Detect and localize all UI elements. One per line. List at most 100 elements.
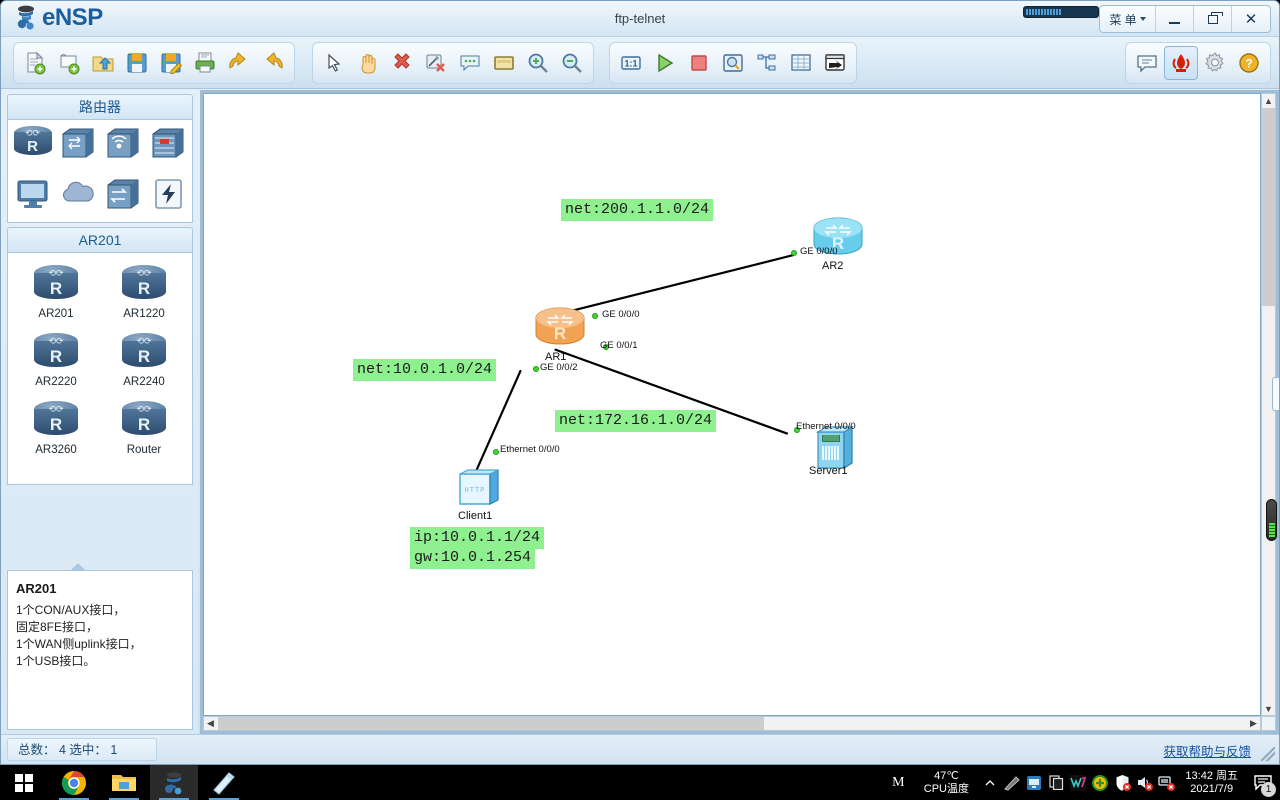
new-topology-icon[interactable]: [18, 46, 52, 80]
zoom-in-icon[interactable]: [521, 46, 555, 80]
remove-link-icon[interactable]: [419, 46, 453, 80]
annotation-net-200[interactable]: net:200.1.1.0/24: [561, 199, 714, 221]
action-center-button[interactable]: 1: [1246, 765, 1280, 800]
model-item-ar3260[interactable]: ⟲⟳ R AR3260: [12, 401, 100, 456]
device-type-wlan[interactable]: [101, 126, 145, 165]
new-device-icon[interactable]: [52, 46, 86, 80]
redo-icon[interactable]: [256, 46, 290, 80]
chat-icon[interactable]: [1130, 46, 1164, 80]
tray-shield-green-icon[interactable]: [1089, 765, 1111, 800]
tray-copy-icon[interactable]: [1045, 765, 1067, 800]
maximize-button[interactable]: [1194, 6, 1232, 32]
annotation-net-172[interactable]: net:172.16.1.0/24: [555, 410, 717, 432]
device-type-terminal[interactable]: [11, 177, 55, 216]
main-body: 路由器 ⟲⟳ R AR201 ⟲⟳ R AR201 ⟲⟳ R AR1220 ⟲⟳…: [1, 90, 1279, 734]
rectangle-icon[interactable]: [487, 46, 521, 80]
node-label-ar2: AR2: [822, 260, 844, 272]
hand-icon[interactable]: [351, 46, 385, 80]
pointer-icon[interactable]: [317, 46, 351, 80]
model-header: AR201: [7, 227, 193, 253]
taskbar-item-notepad[interactable]: [200, 765, 248, 800]
device-type-router[interactable]: ⟲⟳ R: [11, 126, 55, 165]
zoom-out-icon[interactable]: [555, 46, 589, 80]
model-item-ar2220[interactable]: ⟲⟳ R AR2220: [12, 333, 100, 388]
tray-pen-icon[interactable]: [1001, 765, 1023, 800]
annotation-net-10[interactable]: net:10.0.1.0/24: [353, 359, 497, 381]
scroll-right-icon[interactable]: ▶: [1247, 717, 1260, 730]
grid-icon[interactable]: [784, 46, 818, 80]
device-type-connection[interactable]: [101, 177, 145, 216]
port-dot-client1-eth000[interactable]: [493, 449, 499, 455]
annotation-client-gw[interactable]: gw:10.0.1.254: [410, 547, 536, 569]
tray-network-icon[interactable]: [1023, 765, 1045, 800]
window-controls: 菜 单 ✕: [1099, 5, 1271, 33]
gear-icon[interactable]: [1198, 46, 1232, 80]
model-item-ar1220[interactable]: ⟲⟳ R AR1220: [100, 265, 188, 320]
close-button[interactable]: ✕: [1232, 6, 1270, 32]
scroll-down-icon[interactable]: ▼: [1262, 702, 1275, 715]
delete-icon[interactable]: [385, 46, 419, 80]
topology-node-ar1[interactable]: R: [534, 306, 586, 350]
huawei-logo-icon[interactable]: [1164, 46, 1198, 80]
model-item-router[interactable]: ⟲⟳ R Router: [100, 401, 188, 456]
tray-defender-icon[interactable]: [1111, 765, 1133, 800]
port-dot-ar2-ge000[interactable]: [791, 250, 797, 256]
topology-node-client1[interactable]: HTTP: [456, 466, 504, 510]
save-as-icon[interactable]: [154, 46, 188, 80]
node-label-client1: Client1: [458, 510, 493, 522]
restore-window-icon[interactable]: [818, 46, 852, 80]
scroll-left-icon[interactable]: ◀: [204, 717, 217, 730]
open-folder-icon[interactable]: [86, 46, 120, 80]
start-button[interactable]: [0, 765, 48, 800]
print-icon[interactable]: [188, 46, 222, 80]
tray-expand-chevron-icon[interactable]: [979, 765, 1001, 800]
zoom-reset-icon[interactable]: 1:1: [614, 46, 648, 80]
model-item-ar2240[interactable]: ⟲⟳ R AR2240: [100, 333, 188, 388]
close-icon: ✕: [1244, 10, 1258, 28]
topology-tree-icon[interactable]: [750, 46, 784, 80]
node-label-ar1: AR1: [545, 351, 567, 363]
model-grid: ⟲⟳ R AR201 ⟲⟳ R AR1220 ⟲⟳ R AR2220 ⟲⟳ R …: [7, 253, 193, 485]
taskbar-item-explorer[interactable]: [100, 765, 148, 800]
start-device-icon[interactable]: [648, 46, 682, 80]
capture-packet-icon[interactable]: [716, 46, 750, 80]
svg-text:R: R: [554, 324, 566, 343]
firewall-type-icon: [149, 126, 187, 165]
canvas-container: R R HTTP GE 0/0/0 GE 0/0/1 GE 0/0/2 GE 0…: [200, 90, 1279, 734]
topology-canvas[interactable]: R R HTTP GE 0/0/0 GE 0/0/1 GE 0/0/2 GE 0…: [203, 93, 1261, 716]
comment-icon[interactable]: [453, 46, 487, 80]
link-ar1-client1[interactable]: [473, 369, 522, 474]
cpu-temperature-widget[interactable]: 47℃ CPU温度: [913, 770, 979, 796]
interface-label: Ethernet 0/0/0: [796, 421, 856, 432]
help-icon[interactable]: ?: [1232, 46, 1266, 80]
tray-network-error-icon[interactable]: [1155, 765, 1177, 800]
save-icon[interactable]: [120, 46, 154, 80]
minimize-button[interactable]: [1156, 6, 1194, 32]
vertical-scroll-thumb[interactable]: [1262, 108, 1275, 306]
device-type-firewall[interactable]: [146, 126, 190, 165]
resize-grip-icon[interactable]: [1261, 747, 1275, 761]
taskbar-item-ensp[interactable]: [150, 765, 198, 800]
undo-icon[interactable]: [222, 46, 256, 80]
canvas-horizontal-scrollbar[interactable]: ◀ ▶: [203, 716, 1261, 731]
device-type-custom[interactable]: [146, 177, 190, 216]
port-dot-ar1-ge002[interactable]: [533, 366, 539, 372]
horizontal-scroll-thumb[interactable]: [218, 717, 764, 730]
model-item-ar201[interactable]: ⟲⟳ R AR201: [12, 265, 100, 320]
stop-device-icon[interactable]: [682, 46, 716, 80]
tray-m-icon[interactable]: M: [883, 765, 913, 800]
tray-volume-muted-icon[interactable]: [1133, 765, 1155, 800]
scroll-up-icon[interactable]: ▲: [1262, 94, 1275, 107]
help-feedback-link[interactable]: 获取帮助与反馈: [1163, 741, 1251, 760]
annotation-client-ip[interactable]: ip:10.0.1.1/24: [410, 527, 545, 549]
device-type-switch[interactable]: [56, 126, 100, 165]
panel-collapse-handle[interactable]: [1272, 377, 1279, 411]
taskbar-item-chrome[interactable]: [50, 765, 98, 800]
menu-button[interactable]: 菜 单: [1100, 6, 1156, 32]
model-row: ⟲⟳ R AR3260 ⟲⟳ R Router: [12, 397, 188, 465]
port-dot-ar1-ge000[interactable]: [592, 313, 598, 319]
taskbar-clock[interactable]: 13:42 周五 2021/7/9: [1177, 770, 1246, 796]
signal-indicator-widget[interactable]: [1266, 499, 1277, 541]
device-type-cloud[interactable]: [56, 177, 100, 216]
tray-vmware-icon[interactable]: [1067, 765, 1089, 800]
